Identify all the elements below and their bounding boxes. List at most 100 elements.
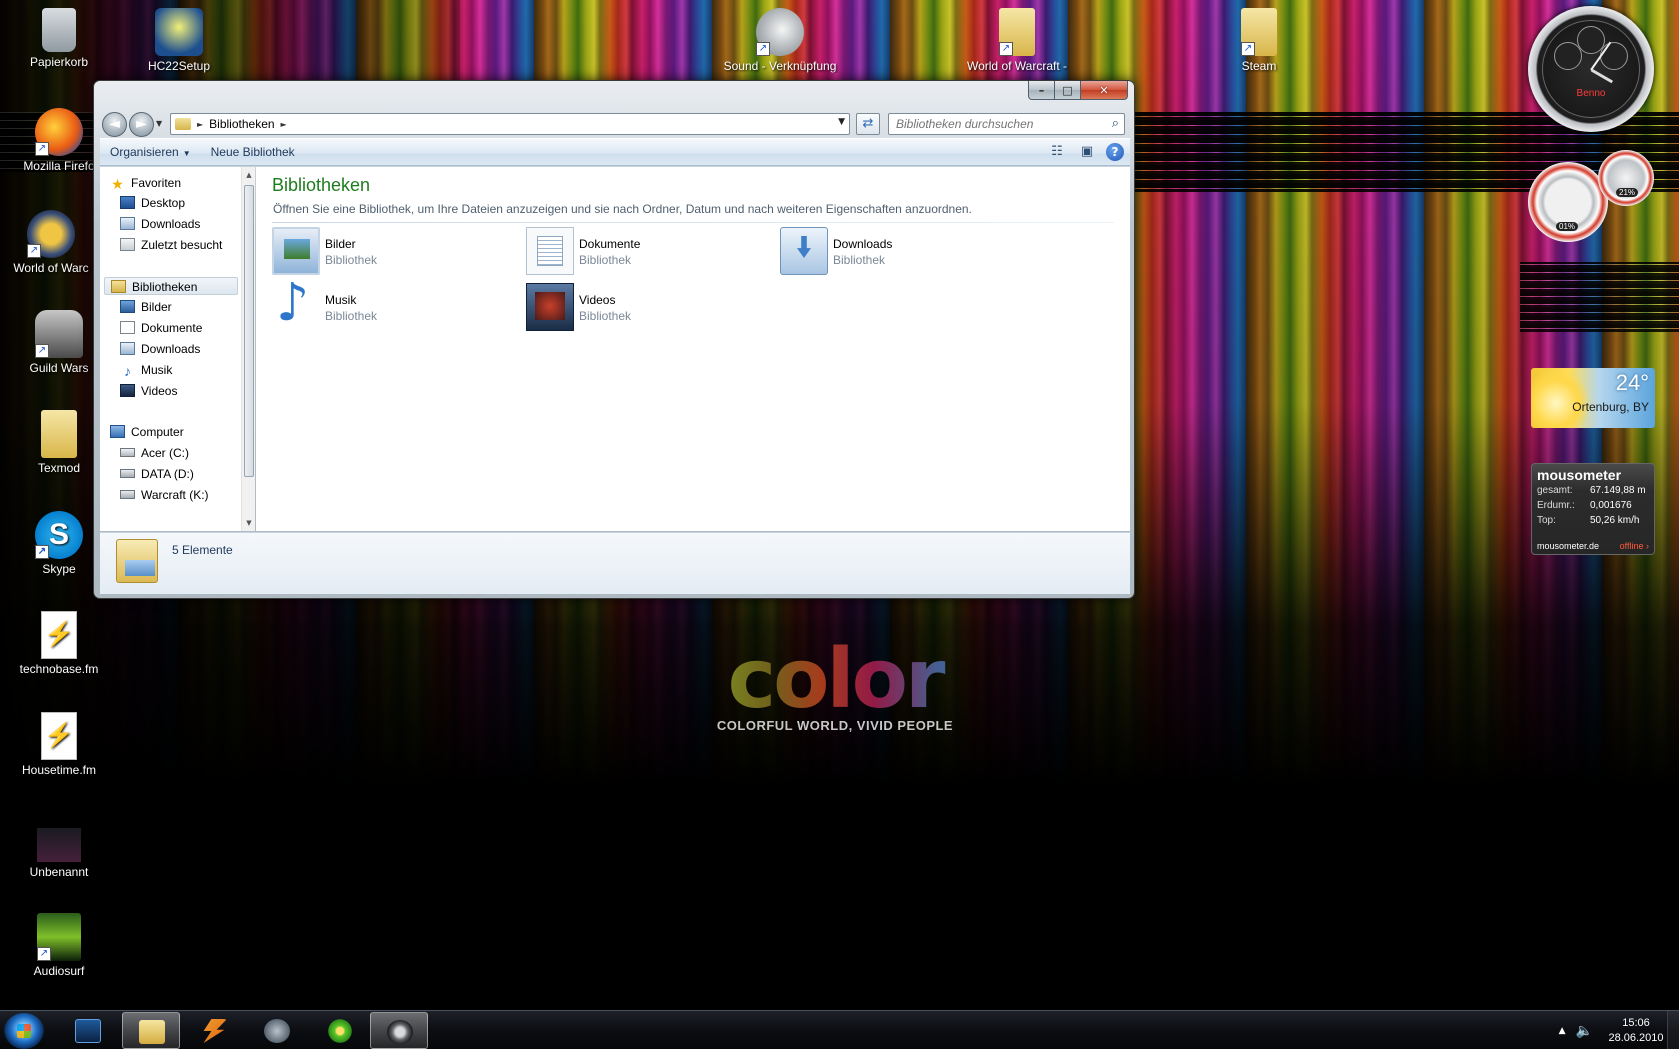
library-tile-musik[interactable]: Musik Bibliothek (272, 273, 492, 335)
console-icon (75, 1019, 101, 1043)
clock-gadget[interactable]: Benno (1528, 6, 1654, 132)
minimize-button[interactable]: – (1028, 81, 1055, 100)
nav-item-drive-d[interactable]: DATA (D:) (120, 465, 194, 483)
cpu-meter-gadget[interactable]: 01% 21% (1528, 150, 1654, 242)
desktop-icon-steam[interactable]: ↗ Steam (1211, 8, 1307, 73)
nav-libraries[interactable]: Bibliotheken (104, 277, 238, 295)
show-hidden-icons-icon[interactable]: ▲ (1559, 1026, 1566, 1036)
scroll-down-icon[interactable]: ▼ (244, 519, 254, 529)
taskbar-console[interactable] (59, 1012, 117, 1049)
new-library-button[interactable]: Neue Bibliothek (201, 139, 305, 165)
playlist-icon: ⚡ (41, 611, 77, 659)
desktop-icon-housetime[interactable]: ⚡ Housetime.fm (11, 712, 107, 777)
taskbar-teamspeak[interactable] (248, 1012, 306, 1049)
nav-item-videos[interactable]: Videos (120, 382, 177, 400)
explorer-window: – □ ✕ ◄ ► ▼ ► Bibliotheken ► ▼ ⇄ ⌕ Organ… (93, 80, 1135, 599)
recent-pages-dropdown-icon[interactable]: ▼ (156, 119, 162, 128)
desktop-icon-wow-folder[interactable]: ↗ World of Warcraft - (955, 8, 1079, 73)
desktop-icon-wow[interactable]: ↗ World of Warc (3, 210, 99, 275)
library-tile-videos[interactable]: Videos Bibliothek (526, 283, 746, 335)
forward-button[interactable]: ► (129, 112, 154, 137)
taskbar-explorer[interactable] (122, 1012, 180, 1049)
organize-menu[interactable]: Organisieren ▼ (100, 139, 201, 165)
volume-icon[interactable]: 🔈 (1576, 1023, 1593, 1039)
library-tile-dokumente[interactable]: Dokumente Bibliothek (526, 227, 746, 279)
search-icon[interactable]: ⌕ (1112, 116, 1119, 131)
preview-pane-icon[interactable]: ▣ (1076, 141, 1098, 163)
taskbar-steam[interactable] (370, 1012, 428, 1049)
nav-item-dokumente[interactable]: Dokumente (120, 319, 202, 337)
desktop-icon-label: Sound - Verknüpfung (723, 59, 837, 73)
nav-item-bilder[interactable]: Bilder (120, 298, 172, 316)
taskbar: ▲ 🔈 15:06 28.06.2010 (0, 1010, 1679, 1049)
folder-icon (41, 410, 77, 458)
maximize-button[interactable]: □ (1055, 81, 1081, 100)
nav-item-drive-k[interactable]: Warcraft (K:) (120, 486, 209, 504)
scroll-up-icon[interactable]: ▲ (244, 171, 254, 181)
scrollbar-thumb[interactable] (244, 185, 254, 477)
item-count: 5 Elemente (172, 543, 233, 557)
explorer-icon (139, 1020, 165, 1044)
desktop-icon-technobase[interactable]: ⚡ technobase.fm (11, 611, 107, 676)
search-box[interactable]: ⌕ (888, 113, 1125, 135)
desktop-icon-hc22setup[interactable]: HC22Setup (131, 8, 227, 73)
clock-subdial (1600, 42, 1628, 70)
show-desktop-button[interactable] (1667, 1011, 1679, 1049)
nav-item-drive-c[interactable]: Acer (C:) (120, 444, 189, 462)
shortcut-arrow-icon: ↗ (35, 142, 49, 156)
shortcut-arrow-icon: ↗ (35, 344, 49, 358)
shortcut-arrow-icon: ↗ (37, 947, 51, 961)
videos-icon (120, 384, 135, 397)
mousometer-gadget[interactable]: mousometer gesamt: 67.149,88 m Erdumr.: … (1531, 463, 1655, 555)
setup-icon (155, 8, 203, 56)
nav-label: Bilder (141, 300, 172, 314)
chevron-down-icon: ▼ (182, 149, 191, 158)
content-pane: Bibliotheken Öffnen Sie eine Bibliothek,… (256, 167, 1130, 531)
mousometer-site-link[interactable]: mousometer.de (1537, 541, 1599, 551)
mousometer-status[interactable]: offline › (1620, 541, 1649, 551)
back-button[interactable]: ◄ (102, 112, 127, 137)
taskbar-clock[interactable]: 15:06 28.06.2010 (1603, 1016, 1669, 1046)
desktop-icon-unbenannt[interactable]: Unbenannt (11, 820, 107, 879)
desktop-icon-audiosurf[interactable]: ↗ Audiosurf (11, 913, 107, 978)
taskbar-icq[interactable] (311, 1012, 369, 1049)
library-folder-icon (116, 539, 158, 583)
library-tile-bilder[interactable]: Bilder Bibliothek (272, 227, 492, 279)
desktop-icon-label: World of Warc (13, 261, 89, 275)
library-tile-downloads[interactable]: Downloads Bibliothek (780, 227, 1000, 279)
pictures-library-icon (272, 227, 320, 275)
desktop-icon-sound[interactable]: ↗ Sound - Verknüpfung (718, 8, 842, 73)
shortcut-arrow-icon: ↗ (27, 244, 41, 258)
address-bar[interactable]: ► Bibliotheken ► ▼ (170, 113, 850, 135)
nav-item-desktop[interactable]: Desktop (120, 194, 185, 212)
weather-gadget[interactable]: 24° Ortenburg, BY (1531, 368, 1655, 428)
taskbar-winamp[interactable] (185, 1012, 243, 1049)
music-icon: ♪ (124, 363, 131, 379)
nav-item-downloads-lib[interactable]: Downloads (120, 340, 200, 358)
clock-date: 28.06.2010 (1608, 1031, 1664, 1044)
desktop-icon-papierkorb[interactable]: Papierkorb (11, 8, 107, 69)
nav-favorites[interactable]: ★ Favoriten (110, 174, 181, 192)
navigation-pane: ★ Favoriten Desktop Downloads Zuletzt bes… (100, 167, 242, 531)
mousometer-key: Erdumr.: (1537, 500, 1575, 511)
view-options-icon[interactable]: ☷ ▾ (1046, 141, 1068, 181)
nav-item-recent[interactable]: Zuletzt besucht (120, 236, 222, 254)
nav-label: DATA (D:) (141, 467, 194, 481)
nav-computer[interactable]: Computer (110, 423, 184, 441)
breadcrumb-arrow-icon[interactable]: ► (197, 120, 203, 129)
desktop-icon (120, 196, 135, 209)
start-button[interactable] (4, 1013, 44, 1049)
refresh-button[interactable]: ⇄ (856, 113, 880, 135)
library-type: Bibliothek (325, 309, 378, 323)
help-icon[interactable]: ? (1106, 143, 1124, 161)
breadcrumb-bibliotheken[interactable]: Bibliotheken (209, 117, 274, 131)
shortcut-arrow-icon: ↗ (756, 42, 770, 56)
breadcrumb-arrow-icon[interactable]: ► (281, 120, 287, 129)
navigation-scrollbar[interactable]: ▲ ▼ (241, 167, 255, 531)
nav-item-downloads[interactable]: Downloads (120, 215, 200, 233)
address-dropdown-icon[interactable]: ▼ (838, 117, 845, 127)
search-input[interactable] (889, 114, 1094, 134)
nav-label: Downloads (141, 217, 201, 231)
close-button[interactable]: ✕ (1081, 81, 1128, 100)
nav-item-musik[interactable]: ♪ Musik (120, 361, 172, 379)
